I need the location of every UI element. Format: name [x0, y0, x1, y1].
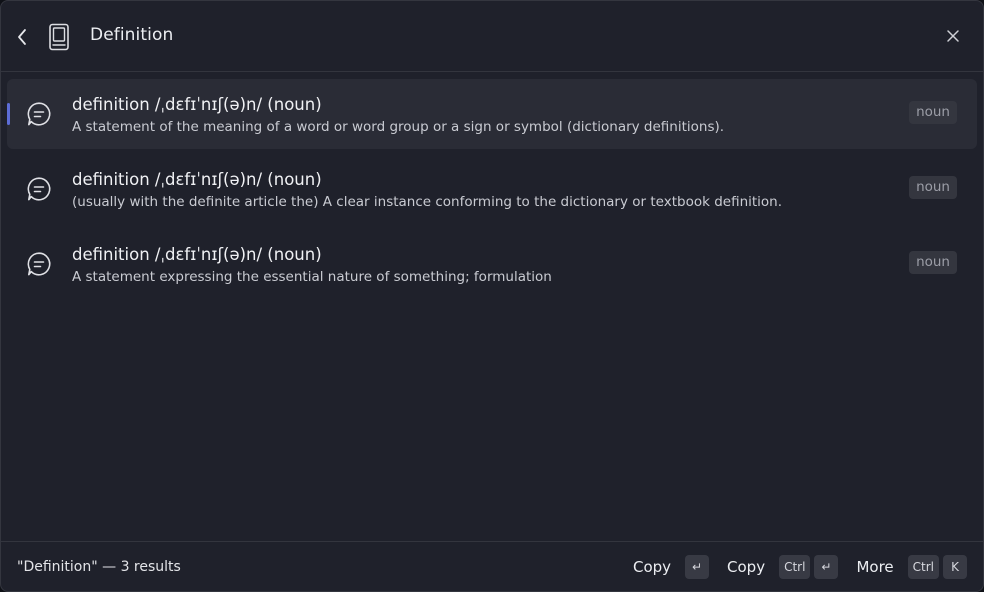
copy-label: Copy [727, 558, 766, 576]
chat-bubble-icon [27, 252, 51, 276]
result-description: A statement expressing the essential nat… [72, 269, 552, 285]
copy-label: Copy [632, 558, 672, 576]
ctrl-key: Ctrl [907, 555, 939, 579]
part-of-speech-badge: noun [909, 251, 957, 274]
book-icon [49, 23, 69, 51]
part-of-speech-badge: noun [909, 176, 957, 199]
more-label: More [856, 558, 894, 576]
chevron-left-icon [18, 29, 26, 45]
back-button[interactable] [12, 26, 32, 48]
dictionary-window: Definition definition /ˌdɛfɪˈnɪʃ(ə)n/ (n… [0, 0, 984, 592]
action-bar: Copy ↵ Copy Ctrl ↵ More Ctrl K [615, 555, 967, 579]
ctrl-key: Ctrl [779, 555, 811, 579]
more-actions-button[interactable]: More Ctrl K [856, 555, 967, 579]
result-description: A statement of the meaning of a word or … [72, 119, 725, 135]
result-word: definition /ˌdɛfɪˈnɪʃ(ə)n/ (noun) [72, 95, 322, 114]
result-count-status: "Definition" — 3 results [17, 559, 181, 575]
result-item[interactable]: definition /ˌdɛfɪˈnɪʃ(ə)n/ (noun) A stat… [7, 229, 977, 299]
selection-indicator [7, 103, 10, 125]
result-item[interactable]: definition /ˌdɛfɪˈnɪʃ(ə)n/ (noun) (usual… [7, 154, 977, 224]
result-description: (usually with the definite article the) … [72, 194, 783, 210]
chat-bubble-icon [27, 177, 51, 201]
chat-bubble-icon [27, 102, 51, 126]
copy-button[interactable]: Copy ↵ [632, 555, 710, 579]
part-of-speech-badge: noun [909, 101, 957, 124]
copy-ctrl-enter-button[interactable]: Copy Ctrl ↵ [727, 555, 839, 579]
result-word: definition /ˌdɛfɪˈnɪʃ(ə)n/ (noun) [72, 245, 322, 264]
page-title: Definition [90, 25, 174, 45]
header: Definition [1, 1, 983, 72]
results-list: definition /ˌdɛfɪˈnɪʃ(ə)n/ (noun) A stat… [7, 79, 977, 304]
close-button[interactable] [944, 27, 962, 45]
result-word: definition /ˌdɛfɪˈnɪʃ(ə)n/ (noun) [72, 170, 322, 189]
close-icon [947, 30, 959, 42]
footer: "Definition" — 3 results Copy ↵ Copy Ctr… [1, 541, 983, 591]
result-item[interactable]: definition /ˌdɛfɪˈnɪʃ(ə)n/ (noun) A stat… [7, 79, 977, 149]
k-key: K [943, 555, 967, 579]
enter-key-icon: ↵ [814, 555, 839, 579]
enter-key-icon: ↵ [685, 555, 710, 579]
